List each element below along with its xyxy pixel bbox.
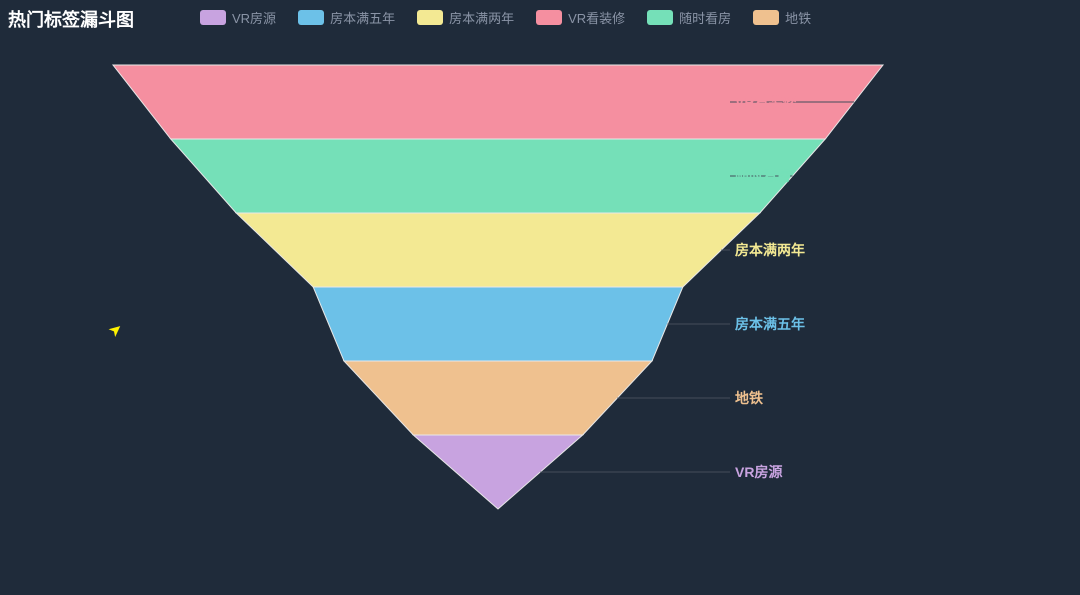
segment-label: 房本满两年 [735,242,805,258]
funnel-segment[interactable] [344,361,652,435]
funnel-segment[interactable] [171,139,826,213]
funnel-segment[interactable] [313,287,683,361]
segment-label: VR看装修 [735,94,797,110]
segment-label: VR房源 [735,464,782,480]
segment-label: 房本满五年 [735,316,805,332]
segment-label: 地铁 [735,390,763,406]
funnel-segment[interactable] [236,213,760,287]
funnel-chart: VR看装修随时看房房本满两年房本满五年地铁 VR房源 [0,0,1080,595]
segment-label: 随时看房 [735,168,791,184]
